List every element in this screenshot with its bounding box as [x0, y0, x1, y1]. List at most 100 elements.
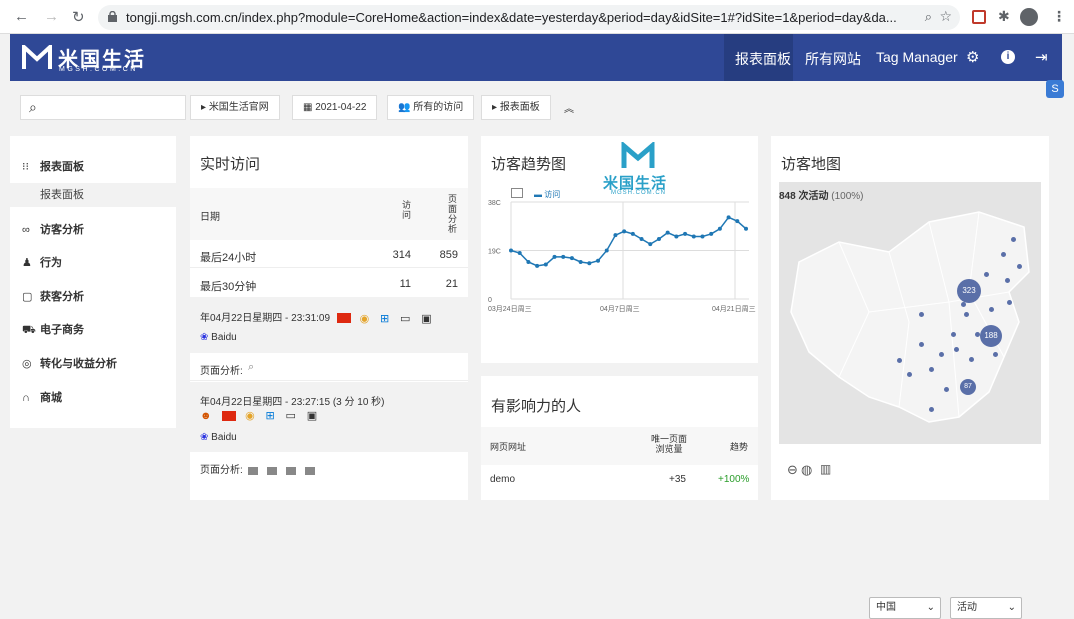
- data-point[interactable]: [648, 242, 653, 247]
- map-dot[interactable]: [969, 357, 974, 362]
- menu-dots-icon[interactable]: ⋮: [1052, 8, 1066, 25]
- map-dot[interactable]: [907, 372, 912, 377]
- data-point[interactable]: [535, 263, 540, 268]
- sidebar-item-goals[interactable]: ◎ 转化与收益分析: [22, 355, 117, 371]
- sidebar-item-mall[interactable]: ∩ 商城: [22, 389, 62, 405]
- data-point[interactable]: [622, 229, 627, 234]
- data-point[interactable]: [543, 262, 548, 267]
- map-dot[interactable]: [919, 312, 924, 317]
- sidebar-subitem-dashboard[interactable]: 报表面板: [10, 183, 176, 207]
- visit-entry[interactable]: 年04月22日星期四 - 23:31:09 ◉ ⊞ ▭ ▣ ❀ Baidu: [190, 297, 468, 353]
- zoom-out-icon[interactable]: ⊖: [787, 462, 798, 478]
- map-dot[interactable]: [989, 307, 994, 312]
- search-input[interactable]: ⌕: [20, 95, 186, 120]
- map-dot[interactable]: [993, 352, 998, 357]
- data-point[interactable]: [509, 248, 513, 253]
- nav-tag-manager[interactable]: Tag Manager: [876, 49, 958, 65]
- map-area[interactable]: 848 次活动 (100%) 323 188 87: [779, 182, 1041, 444]
- reload-icon[interactable]: ↻: [72, 8, 85, 26]
- data-point[interactable]: [639, 237, 644, 242]
- data-point[interactable]: [561, 254, 566, 259]
- map-dot[interactable]: [1011, 237, 1016, 242]
- collapse-icon[interactable]: ︽: [564, 100, 574, 115]
- data-point[interactable]: [552, 254, 557, 259]
- site-selector[interactable]: ▸ 米国生活官网: [190, 95, 280, 120]
- data-point[interactable]: [744, 226, 748, 231]
- data-point[interactable]: [691, 234, 696, 239]
- star-icon[interactable]: ☆: [939, 8, 952, 25]
- report-toolbar: ⌕ ▸ 米国生活官网 ▦ 2021-04-22 👥 所有的访问 ▸ 报表面板 ︽: [10, 90, 1062, 124]
- data-point[interactable]: [656, 237, 661, 242]
- data-point[interactable]: [674, 234, 679, 239]
- map-bubble[interactable]: 87: [960, 379, 976, 395]
- metric-select[interactable]: 活动 ⌄: [950, 597, 1022, 619]
- data-point[interactable]: [604, 248, 609, 253]
- puzzle-icon[interactable]: ✱: [998, 8, 1010, 25]
- data-point[interactable]: [717, 226, 722, 231]
- map-dot[interactable]: [1017, 264, 1022, 269]
- map-dot[interactable]: [975, 332, 980, 337]
- map-dot[interactable]: [954, 347, 959, 352]
- data-point[interactable]: [709, 231, 714, 236]
- map-bubble[interactable]: 188: [980, 325, 1002, 347]
- map-dot[interactable]: [944, 387, 949, 392]
- segment-selector[interactable]: 👥 所有的访问: [387, 95, 475, 120]
- gear-icon[interactable]: ⚙: [966, 48, 979, 66]
- dashboard-selector[interactable]: ▸ 报表面板: [481, 95, 551, 120]
- map-dot[interactable]: [1007, 300, 1012, 305]
- data-point[interactable]: [613, 233, 618, 238]
- visit-entry[interactable]: 年04月22日星期四 - 23:27:15 (3 分 10 秒) ☻ ◉ ⊞ ▭…: [190, 382, 468, 452]
- map-dot[interactable]: [1001, 252, 1006, 257]
- china-flag-icon: [336, 313, 351, 324]
- users-icon: 👥: [398, 102, 411, 113]
- sidebar-item-acquisition[interactable]: ▢ 获客分析: [22, 288, 84, 304]
- map-dot[interactable]: [939, 352, 944, 357]
- sidebar-item-behaviour[interactable]: ♟ 行为: [22, 254, 62, 270]
- sidebar-item-visitors[interactable]: ∞ 访客分析: [22, 221, 84, 237]
- map-dot[interactable]: [951, 332, 956, 337]
- visit-source-label: Baidu: [211, 332, 237, 343]
- map-bubble[interactable]: 323: [957, 279, 981, 303]
- sidebar-item-dashboard[interactable]: ⁝⁝ 报表面板: [22, 158, 84, 174]
- sidebar-item-ecommerce[interactable]: ⛟ 电子商务: [22, 321, 84, 338]
- nav-all-websites[interactable]: 所有网站: [805, 49, 861, 69]
- data-point[interactable]: [683, 231, 688, 236]
- table-row[interactable]: demo +35 +100%: [481, 470, 758, 492]
- data-point[interactable]: [569, 256, 574, 261]
- map-dot[interactable]: [1005, 278, 1010, 283]
- data-point[interactable]: [526, 259, 531, 264]
- zoom-search-icon[interactable]: ⌕: [925, 9, 932, 25]
- back-icon[interactable]: ←: [14, 8, 29, 25]
- data-point[interactable]: [726, 215, 731, 220]
- data-point[interactable]: [587, 261, 592, 266]
- data-point[interactable]: [517, 251, 522, 256]
- china-map: [790, 211, 1030, 423]
- forward-icon[interactable]: →: [44, 8, 59, 25]
- data-point[interactable]: [630, 231, 635, 236]
- logout-icon[interactable]: ⇥: [1035, 48, 1048, 66]
- map-dot[interactable]: [919, 342, 924, 347]
- map-dot[interactable]: [929, 407, 934, 412]
- data-point[interactable]: [578, 259, 583, 264]
- map-dot[interactable]: [961, 302, 966, 307]
- nav-dashboard[interactable]: 报表面板: [735, 49, 791, 69]
- logo-subtext: MGSH.COM.CN: [59, 66, 138, 73]
- address-bar[interactable]: tongji.mgsh.com.cn/index.php?module=Core…: [98, 5, 960, 30]
- map-dot[interactable]: [964, 312, 969, 317]
- map-dot[interactable]: [984, 272, 989, 277]
- bar-chart-icon[interactable]: ▥: [820, 462, 831, 476]
- data-point[interactable]: [596, 258, 601, 263]
- profile-avatar-icon[interactable]: [1020, 8, 1038, 26]
- map-dot[interactable]: [897, 358, 902, 363]
- globe-icon[interactable]: ◍: [801, 462, 812, 478]
- map-dot[interactable]: [929, 367, 934, 372]
- extension-icon[interactable]: [972, 10, 986, 24]
- date-selector[interactable]: ▦ 2021-04-22: [292, 95, 378, 120]
- info-icon[interactable]: i: [1001, 50, 1015, 64]
- region-select[interactable]: 中国 ⌄: [869, 597, 941, 619]
- map-dot[interactable]: [975, 292, 980, 297]
- visit-source: ❀ Baidu: [200, 332, 237, 343]
- data-point[interactable]: [735, 219, 740, 224]
- data-point[interactable]: [665, 230, 670, 235]
- data-point[interactable]: [700, 234, 705, 239]
